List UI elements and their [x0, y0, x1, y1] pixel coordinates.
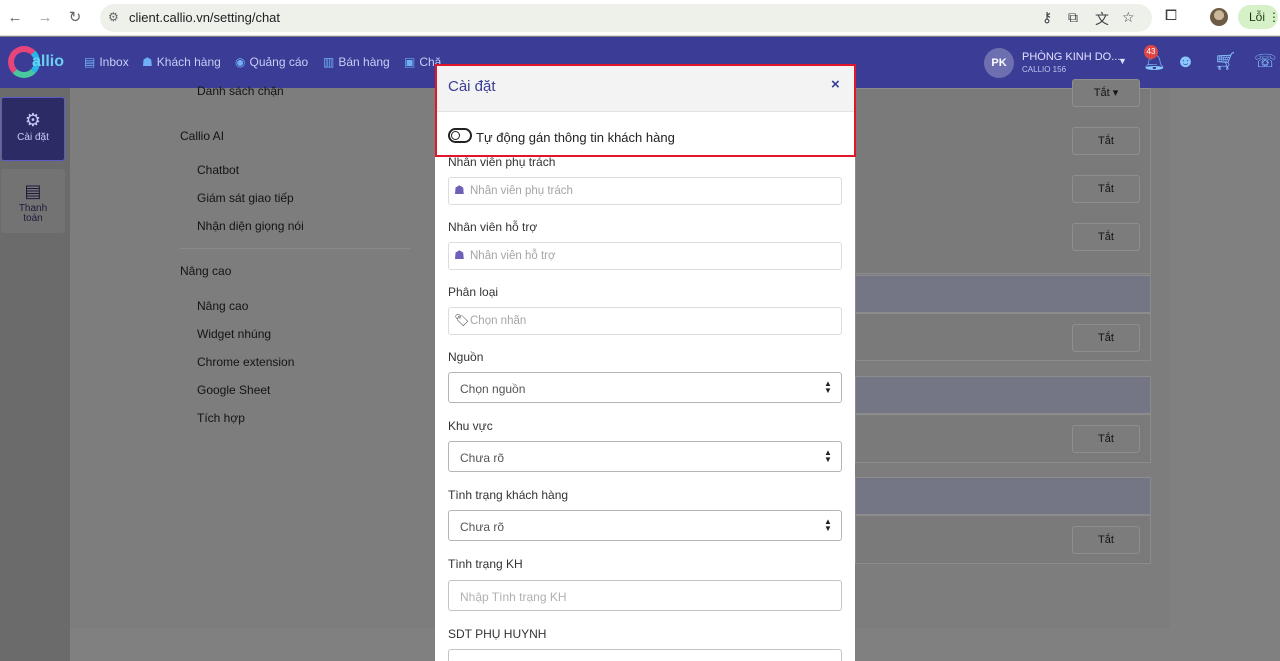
address-bar[interactable]: ⚙ client.callio.vn/setting/chat ⚷ ⧉ 文 ☆ — [100, 4, 1152, 32]
staff-in-charge-label: Nhân viên phụ trách — [448, 155, 556, 169]
bookmark-star-icon[interactable]: ☆ — [1122, 9, 1135, 26]
translate-icon[interactable]: 文 — [1095, 9, 1109, 29]
region-label: Khu vực — [448, 419, 493, 433]
customers-icon: ☗ — [142, 55, 153, 69]
error-button[interactable]: Lỗi ⋮ — [1238, 5, 1280, 29]
menu-group-callio-ai: Callio AI — [180, 129, 225, 143]
nav-sales[interactable]: ▥ Bán hàng — [323, 55, 390, 69]
category-label: Phân loại — [448, 285, 499, 299]
parent-phone-label: SDT PHỤ HUYNH — [448, 627, 547, 641]
menu-link-voice-recognition[interactable]: Nhận diện giọng nói — [197, 219, 304, 233]
password-key-icon[interactable]: ⚷ — [1042, 9, 1052, 26]
modal-title: Cài đặt — [448, 78, 496, 95]
auto-assign-label: Tự động gán thông tin khách hàng — [476, 130, 675, 145]
back-icon[interactable]: ← — [4, 7, 26, 29]
more-menu-icon[interactable]: ⋮ — [1268, 5, 1280, 29]
select-arrows-icon: ▲ ▼ — [824, 517, 832, 533]
sidebar-item-billing[interactable]: ▤ Thanh toán — [1, 169, 65, 233]
panel-header — [855, 477, 1151, 515]
profile-avatar[interactable] — [1210, 8, 1228, 26]
user-company: CALLIO 156 — [1022, 65, 1067, 74]
off-dropdown[interactable]: Tắt ▾ — [1072, 79, 1140, 107]
menu-link-integration[interactable]: Tích hợp — [197, 411, 245, 425]
off-button[interactable]: Tắt — [1072, 175, 1140, 203]
panel-header — [855, 376, 1151, 414]
user-icon: ☗ — [454, 248, 465, 262]
gear-icon: ⚙ — [24, 110, 42, 130]
close-icon[interactable]: × — [831, 76, 840, 93]
off-button[interactable]: Tắt — [1072, 425, 1140, 453]
menu-divider — [180, 248, 410, 249]
site-info-icon[interactable]: ⚙ — [108, 10, 119, 24]
modal-header: Cài đặt × — [435, 64, 855, 112]
inbox-icon: ▤ — [84, 55, 96, 69]
avatar: PK — [984, 48, 1014, 78]
browser-toolbar: ← → ↻ ⚙ client.callio.vn/setting/chat ⚷ … — [0, 0, 1280, 36]
reload-icon[interactable]: ↻ — [64, 7, 86, 29]
menu-link-google-sheet[interactable]: Google Sheet — [197, 383, 270, 397]
off-button[interactable]: Tắt — [1072, 127, 1140, 155]
menu-link-blocklist[interactable]: Danh sách chặn — [197, 84, 284, 98]
tags-icon: 🏷︎ — [454, 313, 470, 327]
receipt-icon: ▤ — [24, 181, 42, 201]
sales-icon: ▥ — [323, 55, 335, 69]
nav-ads[interactable]: ◉ Quảng cáo — [235, 55, 308, 69]
extensions-icon[interactable]: ⧠ — [1165, 7, 1177, 24]
panel-header — [855, 275, 1151, 313]
menu-link-chatbot[interactable]: Chatbot — [197, 163, 239, 177]
sidebar-item-settings[interactable]: ⚙ Cài đặt — [1, 97, 65, 161]
notification-badge: 43 — [1144, 45, 1158, 59]
support-staff-label: Nhân viên hỗ trợ — [448, 220, 538, 234]
user-name: PHÒNG KINH DO... — [1022, 51, 1121, 63]
source-select[interactable]: Chọn nguồn ▲ ▼ — [448, 372, 842, 403]
ads-icon: ◉ — [235, 55, 246, 69]
error-label: Lỗi — [1249, 10, 1266, 24]
cart-icon[interactable]: 🛒︎ — [1214, 51, 1237, 72]
off-button[interactable]: Tắt — [1072, 526, 1140, 554]
customer-status-label: Tình trạng khách hàng — [448, 488, 569, 502]
menu-group-advanced: Nâng cao — [180, 264, 232, 278]
menu-link-advanced[interactable]: Nâng cao — [197, 299, 248, 313]
off-button[interactable]: Tắt — [1072, 223, 1140, 251]
left-sidebar: ⚙ Cài đặt ▤ Thanh toán — [0, 88, 70, 661]
settings-modal: Cài đặt × Tự động gán thông tin khách hà… — [435, 64, 855, 661]
nav-inbox[interactable]: ▤ Inbox — [84, 55, 129, 69]
source-label: Nguồn — [448, 350, 484, 364]
menu-link-communication-monitoring[interactable]: Giám sát giao tiếp — [197, 191, 294, 205]
nav-customers[interactable]: ☗ Khách hàng — [142, 55, 221, 69]
phone-icon[interactable]: ☏ — [1254, 51, 1277, 72]
parent-phone-input[interactable] — [448, 649, 842, 661]
status-kh-label: Tình trạng KH — [448, 557, 523, 571]
off-button[interactable]: Tắt — [1072, 324, 1140, 352]
user-icon[interactable]: ☻ — [1176, 51, 1195, 72]
support-staff-input[interactable]: ☗ Nhân viên hỗ trợ — [448, 242, 842, 270]
region-select[interactable]: Chưa rõ ▲ ▼ — [448, 441, 842, 472]
auto-assign-toggle[interactable] — [448, 128, 472, 143]
status-kh-input[interactable]: Nhập Tình trạng KH — [448, 580, 842, 611]
user-icon: ☗ — [454, 183, 465, 197]
category-tag-input[interactable]: 🏷︎ Chọn nhãn — [448, 307, 842, 335]
select-arrows-icon: ▲ ▼ — [824, 379, 832, 395]
menu-link-widget[interactable]: Widget nhúng — [197, 327, 271, 341]
care-icon: ▣ — [404, 55, 416, 69]
forward-icon[interactable]: → — [34, 7, 56, 29]
menu-link-chrome-extension[interactable]: Chrome extension — [197, 355, 294, 369]
install-app-icon[interactable]: ⧉ — [1068, 9, 1078, 26]
url-text[interactable]: client.callio.vn/setting/chat — [129, 10, 280, 25]
select-arrows-icon: ▲ ▼ — [824, 448, 832, 464]
chevron-down-icon: ▼ — [1118, 56, 1127, 66]
customer-status-select[interactable]: Chưa rõ ▲ ▼ — [448, 510, 842, 541]
callio-logo[interactable]: allio — [8, 46, 68, 80]
staff-in-charge-input[interactable]: ☗ Nhân viên phụ trách — [448, 177, 842, 205]
